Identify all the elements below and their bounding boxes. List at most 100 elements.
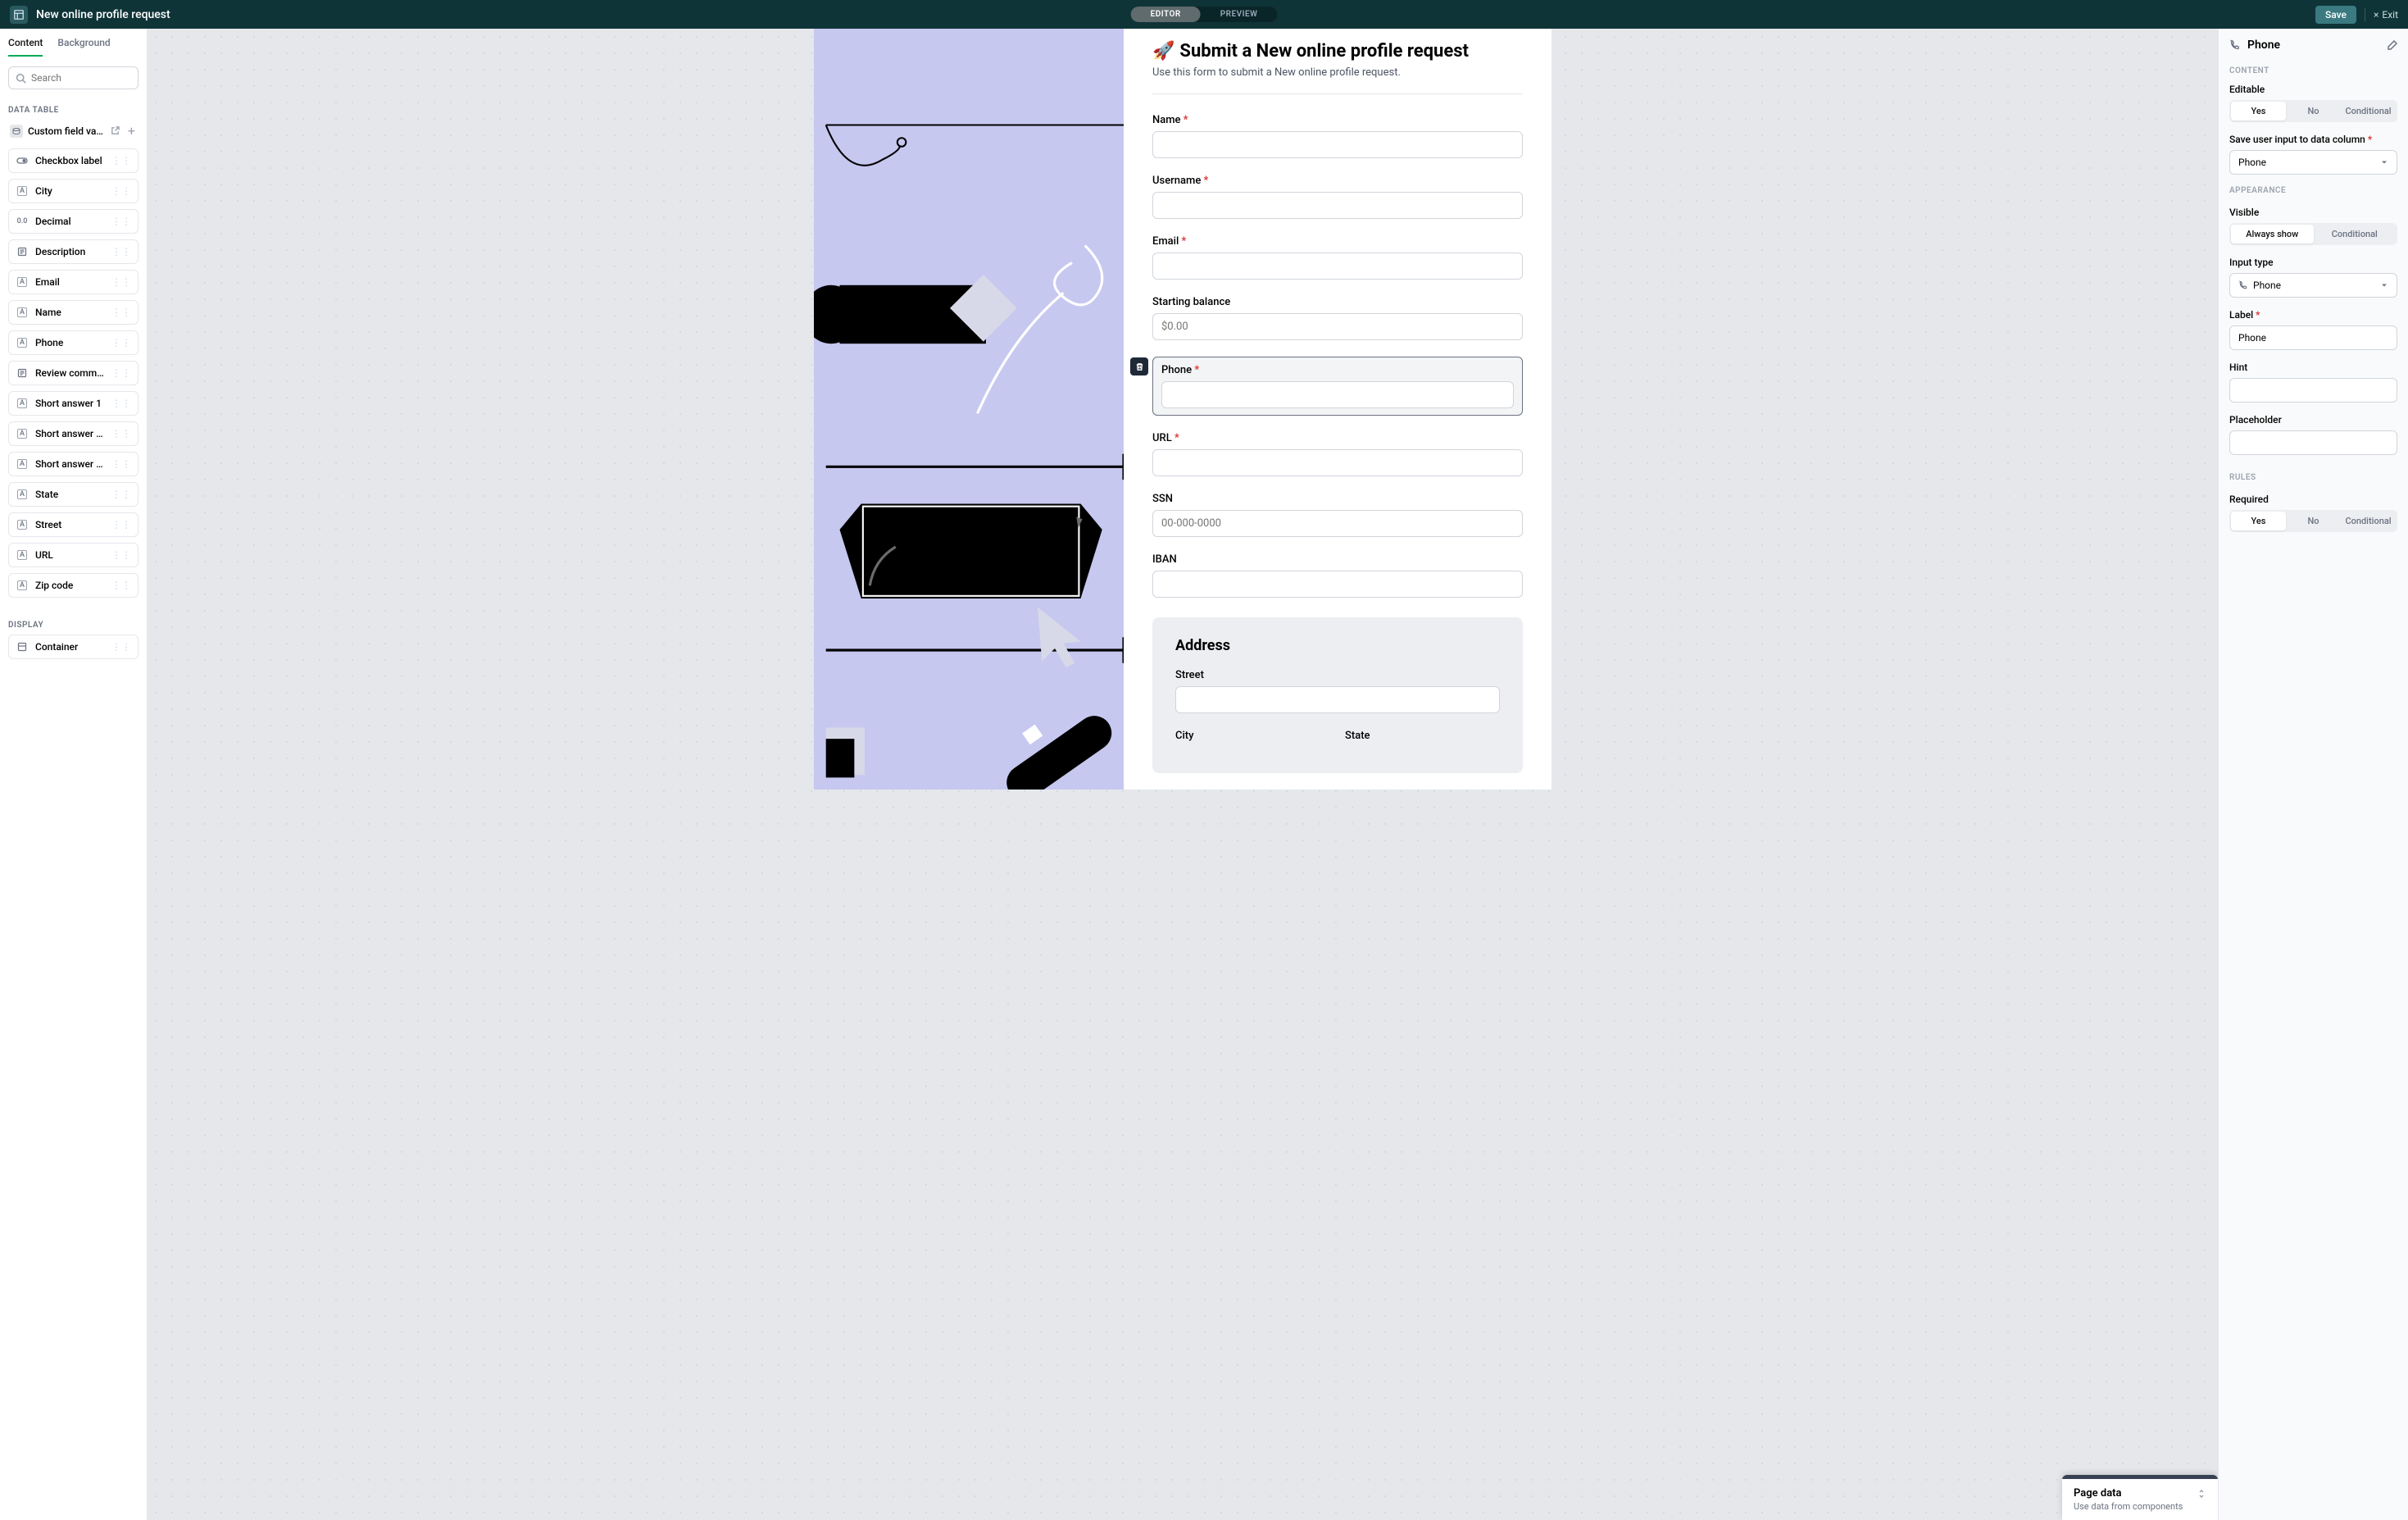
field-type-icon [16, 367, 29, 379]
field-type-icon: A [16, 549, 29, 561]
drag-handle-icon[interactable]: ⋮⋮ [111, 216, 131, 227]
tab-editor[interactable]: EDITOR [1131, 7, 1201, 22]
search-input[interactable] [8, 66, 139, 89]
form-title: 🚀Submit a New online profile request [1152, 41, 1523, 61]
field-item[interactable]: AURL⋮⋮ [8, 543, 139, 567]
field-street[interactable]: Street [1175, 669, 1500, 713]
page-title: New online profile request [36, 8, 170, 21]
address-title: Address [1175, 637, 1500, 654]
divider [1152, 93, 1523, 94]
display-item[interactable]: Container⋮⋮ [8, 635, 139, 659]
field-name[interactable]: Name * [1152, 114, 1523, 158]
field-type-icon: A [16, 580, 29, 591]
field-type-icon [16, 155, 29, 166]
field-item[interactable]: Review comments⋮⋮ [8, 361, 139, 385]
data-table-selector[interactable]: Custom field vali… + [8, 120, 139, 142]
editable-toggle[interactable]: Yes No Conditional [2229, 100, 2397, 122]
field-item[interactable]: AStreet⋮⋮ [8, 512, 139, 537]
drag-handle-icon[interactable]: ⋮⋮ [111, 246, 131, 257]
field-type-icon [16, 246, 29, 257]
field-item[interactable]: AShort answer 1⋮⋮ [8, 391, 139, 416]
section-display: DISPLAY [0, 614, 147, 635]
right-panel: Phone CONTENT Editable Yes No Conditiona… [2218, 29, 2408, 1520]
field-type-icon: A [16, 337, 29, 348]
field-type-icon: A [16, 458, 29, 470]
add-icon[interactable]: + [126, 123, 137, 139]
field-type-icon: A [16, 428, 29, 439]
save-column-select[interactable]: Phone [2229, 150, 2397, 175]
hint-input[interactable] [2229, 378, 2397, 403]
tab-preview[interactable]: PREVIEW [1201, 7, 1278, 22]
canvas[interactable]: 🚀Submit a New online profile request Use… [148, 29, 2218, 1520]
section-data-table: DATA TABLE [0, 99, 147, 120]
field-type-icon: A [16, 398, 29, 409]
drag-handle-icon[interactable]: ⋮⋮ [111, 398, 131, 409]
field-ssn[interactable]: SSN [1152, 493, 1523, 537]
field-type-icon: A [16, 276, 29, 288]
field-type-icon: A [16, 519, 29, 530]
drag-handle-icon[interactable]: ⋮⋮ [111, 641, 131, 653]
field-iban[interactable]: IBAN [1152, 553, 1523, 598]
tab-background[interactable]: Background [57, 37, 110, 57]
page-data-popup[interactable]: Page data Use data from components [2062, 1475, 2218, 1520]
field-item[interactable]: AEmail⋮⋮ [8, 270, 139, 294]
expand-icon[interactable] [2197, 1489, 2206, 1499]
placeholder-input[interactable] [2229, 430, 2397, 455]
drag-handle-icon[interactable]: ⋮⋮ [111, 307, 131, 318]
field-item[interactable]: ACity⋮⋮ [8, 179, 139, 203]
app-header: New online profile request EDITOR PREVIE… [0, 0, 2408, 29]
open-icon[interactable] [109, 126, 121, 135]
drag-handle-icon[interactable]: ⋮⋮ [111, 276, 131, 288]
save-button[interactable]: Save [2315, 6, 2356, 24]
drag-handle-icon[interactable]: ⋮⋮ [111, 489, 131, 500]
form-banner-image [814, 29, 1124, 790]
visible-toggle[interactable]: Always show Conditional [2229, 223, 2397, 245]
label-input[interactable] [2229, 325, 2397, 350]
drag-handle-icon[interactable]: ⋮⋮ [111, 367, 131, 379]
field-item[interactable]: Description⋮⋮ [8, 239, 139, 264]
app-icon [10, 6, 28, 24]
phone-icon [2229, 39, 2241, 51]
field-item[interactable]: AZip code⋮⋮ [8, 573, 139, 598]
field-state[interactable]: State [1345, 730, 1500, 747]
field-type-icon: 0.0 [16, 216, 29, 227]
edit-icon[interactable] [2388, 40, 2397, 50]
drag-handle-icon[interactable]: ⋮⋮ [111, 337, 131, 348]
drag-handle-icon[interactable]: ⋮⋮ [111, 580, 131, 591]
field-city[interactable]: City [1175, 730, 1330, 747]
field-type-icon: A [16, 185, 29, 197]
trash-icon [1135, 362, 1144, 371]
field-email[interactable]: Email * [1152, 235, 1523, 280]
phone-icon [2238, 280, 2248, 290]
drag-handle-icon[interactable]: ⋮⋮ [111, 428, 131, 439]
delete-field-button[interactable] [1130, 357, 1148, 375]
chevron-down-icon [2380, 158, 2388, 166]
field-item[interactable]: 0.0Decimal⋮⋮ [8, 209, 139, 234]
drag-handle-icon[interactable]: ⋮⋮ [111, 458, 131, 470]
required-toggle[interactable]: Yes No Conditional [2229, 510, 2397, 532]
field-type-icon: A [16, 307, 29, 318]
field-starting-balance[interactable]: Starting balance [1152, 296, 1523, 340]
field-type-icon: A [16, 489, 29, 500]
view-toggle: EDITOR PREVIEW [1131, 7, 1278, 22]
field-item[interactable]: Checkbox label⋮⋮ [8, 148, 139, 173]
search-icon [16, 73, 26, 84]
field-item[interactable]: AState⋮⋮ [8, 482, 139, 507]
field-username[interactable]: Username * [1152, 175, 1523, 219]
field-phone-selected[interactable]: Phone * [1152, 357, 1523, 416]
field-item[interactable]: AName⋮⋮ [8, 300, 139, 325]
drag-handle-icon[interactable]: ⋮⋮ [111, 185, 131, 197]
drag-handle-icon[interactable]: ⋮⋮ [111, 155, 131, 166]
field-item[interactable]: AShort answer 2 (…⋮⋮ [8, 421, 139, 446]
chevron-down-icon [2380, 281, 2388, 289]
drag-handle-icon[interactable]: ⋮⋮ [111, 519, 131, 530]
input-type-select[interactable]: Phone [2229, 273, 2397, 298]
address-block[interactable]: Address Street City State [1152, 617, 1523, 773]
field-item[interactable]: AShort answer 3 R…⋮⋮ [8, 452, 139, 476]
drag-handle-icon[interactable]: ⋮⋮ [111, 549, 131, 561]
form-subtitle: Use this form to submit a New online pro… [1152, 66, 1523, 79]
tab-content[interactable]: Content [8, 37, 43, 57]
exit-button[interactable]: ×Exit [2374, 9, 2398, 20]
field-url[interactable]: URL * [1152, 432, 1523, 476]
field-item[interactable]: APhone⋮⋮ [8, 330, 139, 355]
